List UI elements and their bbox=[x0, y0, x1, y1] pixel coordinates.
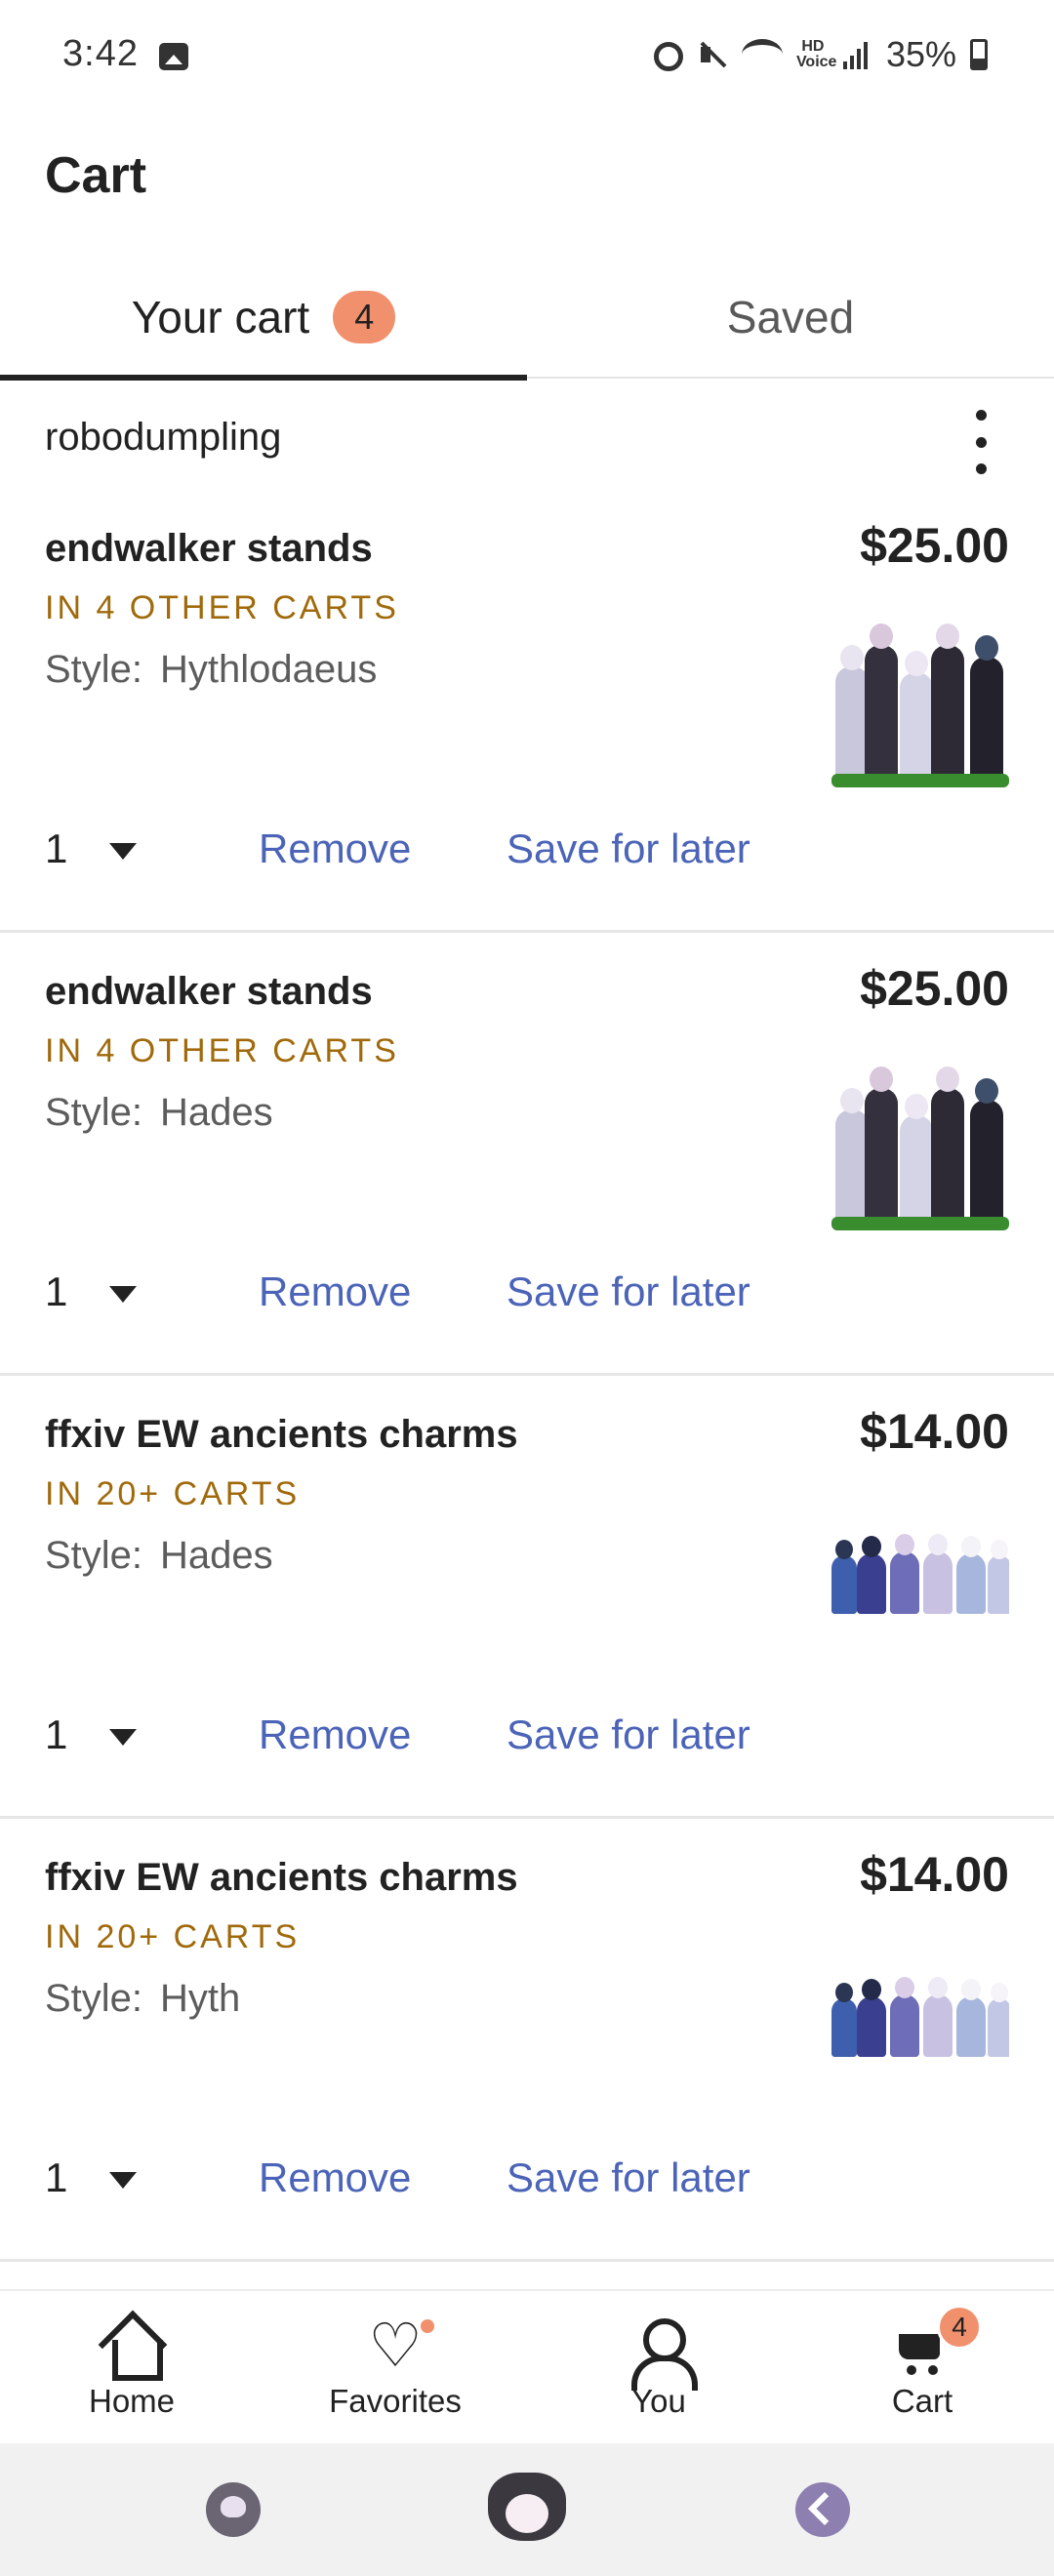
item-style: Style: Hades bbox=[45, 1091, 273, 1135]
nav-home[interactable]: Home bbox=[0, 2291, 264, 2445]
tab-saved[interactable]: Saved bbox=[527, 256, 1054, 379]
item-thumbnail[interactable] bbox=[831, 1512, 1009, 1620]
style-label: Style: bbox=[45, 1534, 143, 1577]
item-popularity: IN 4 OTHER CARTS bbox=[45, 589, 399, 626]
cart-count-badge: 4 bbox=[333, 291, 396, 343]
page-title: Cart bbox=[45, 147, 147, 204]
item-popularity: IN 20+ CARTS bbox=[45, 1918, 301, 1955]
battery-icon bbox=[970, 39, 988, 70]
remove-button[interactable]: Remove bbox=[259, 1711, 411, 1758]
remove-button[interactable]: Remove bbox=[259, 1268, 411, 1315]
item-price: $25.00 bbox=[860, 961, 1009, 1016]
item-price: $14.00 bbox=[860, 1847, 1009, 1902]
chevron-down-icon[interactable] bbox=[109, 2172, 137, 2189]
nav-cart-label: Cart bbox=[891, 2383, 953, 2419]
tab-saved-label: Saved bbox=[726, 292, 855, 342]
tab-your-cart-label: Your cart bbox=[131, 292, 310, 342]
style-value: Hades bbox=[160, 1534, 273, 1577]
save-for-later-button[interactable]: Save for later bbox=[507, 1268, 750, 1315]
system-navigation-bar bbox=[0, 2443, 1054, 2576]
tab-active-indicator bbox=[0, 375, 527, 381]
nav-cart[interactable]: 4 Cart bbox=[790, 2291, 1054, 2445]
signal-icon bbox=[842, 40, 872, 69]
quantity-select[interactable]: 1 bbox=[45, 2154, 67, 2201]
item-price: $14.00 bbox=[860, 1404, 1009, 1459]
save-for-later-button[interactable]: Save for later bbox=[507, 1711, 750, 1758]
nav-you[interactable]: You bbox=[527, 2291, 790, 2445]
style-label: Style: bbox=[45, 1091, 143, 1134]
item-title[interactable]: ffxiv EW ancients charms bbox=[45, 1856, 518, 1900]
item-style: Style: Hythlodaeus bbox=[45, 648, 377, 692]
item-style: Style: Hades bbox=[45, 1534, 273, 1578]
item-popularity: IN 20+ CARTS bbox=[45, 1475, 301, 1512]
person-icon bbox=[628, 2316, 698, 2391]
cart-item: endwalker stands IN 4 OTHER CARTS Style:… bbox=[0, 933, 1054, 1376]
home-icon bbox=[101, 2316, 163, 2381]
status-bar: 3:42 HD Voice 35% bbox=[0, 0, 1054, 117]
status-time: 3:42 bbox=[62, 33, 139, 74]
remove-button[interactable]: Remove bbox=[259, 2154, 411, 2201]
chevron-down-icon[interactable] bbox=[109, 1286, 137, 1303]
cart-item: ffxiv EW ancients charms IN 20+ CARTS St… bbox=[0, 1376, 1054, 1819]
item-thumbnail[interactable] bbox=[831, 617, 1009, 787]
item-price: $25.00 bbox=[860, 518, 1009, 573]
style-label: Style: bbox=[45, 1977, 143, 2020]
home-button-icon[interactable] bbox=[488, 2473, 566, 2541]
cart-item: endwalker stands IN 4 OTHER CARTS Style:… bbox=[0, 490, 1054, 933]
wifi-icon bbox=[741, 39, 783, 70]
mute-icon bbox=[697, 39, 728, 70]
cart-badge: 4 bbox=[937, 2305, 982, 2350]
item-title[interactable]: endwalker stands bbox=[45, 527, 373, 571]
quantity-select[interactable]: 1 bbox=[45, 1711, 67, 1758]
back-icon[interactable] bbox=[795, 2482, 850, 2537]
item-thumbnail[interactable] bbox=[831, 1060, 1009, 1230]
style-value: Hades bbox=[160, 1091, 273, 1134]
nav-favorites-label: Favorites bbox=[329, 2383, 462, 2419]
more-options-icon[interactable] bbox=[966, 410, 995, 474]
shop-name[interactable]: robodumpling bbox=[45, 416, 281, 460]
quantity-select[interactable]: 1 bbox=[45, 825, 67, 872]
hd-voice-icon: HD Voice bbox=[795, 38, 837, 70]
alarm-icon bbox=[653, 42, 683, 71]
save-for-later-button[interactable]: Save for later bbox=[507, 825, 750, 872]
battery-percent: 35% bbox=[885, 34, 956, 74]
recents-icon[interactable] bbox=[206, 2482, 261, 2537]
style-label: Style: bbox=[45, 648, 143, 691]
chevron-down-icon[interactable] bbox=[109, 1729, 137, 1746]
item-title[interactable]: ffxiv EW ancients charms bbox=[45, 1413, 518, 1457]
nav-favorites[interactable]: ♡ Favorites bbox=[264, 2291, 527, 2445]
gallery-icon bbox=[159, 43, 188, 70]
style-value: Hyth bbox=[160, 1977, 241, 2020]
chevron-down-icon[interactable] bbox=[109, 843, 137, 860]
nav-home-label: Home bbox=[88, 2383, 176, 2419]
remove-button[interactable]: Remove bbox=[259, 825, 411, 872]
item-popularity: IN 4 OTHER CARTS bbox=[45, 1032, 399, 1069]
tab-your-cart[interactable]: Your cart 4 bbox=[0, 256, 527, 381]
item-title[interactable]: endwalker stands bbox=[45, 970, 373, 1014]
style-value: Hythlodaeus bbox=[160, 648, 378, 691]
status-icons: HD Voice 35% bbox=[653, 33, 988, 76]
bottom-navigation: Home ♡ Favorites You 4 Cart bbox=[0, 2289, 1054, 2443]
item-thumbnail[interactable] bbox=[831, 1955, 1009, 2063]
save-for-later-button[interactable]: Save for later bbox=[507, 2154, 750, 2201]
cart-item: ffxiv EW ancients charms IN 20+ CARTS St… bbox=[0, 1819, 1054, 2262]
notification-dot bbox=[418, 2316, 437, 2336]
item-style: Style: Hyth bbox=[45, 1977, 240, 2021]
quantity-select[interactable]: 1 bbox=[45, 1268, 67, 1315]
cart-tabs: Your cart 4 Saved bbox=[0, 256, 1054, 381]
